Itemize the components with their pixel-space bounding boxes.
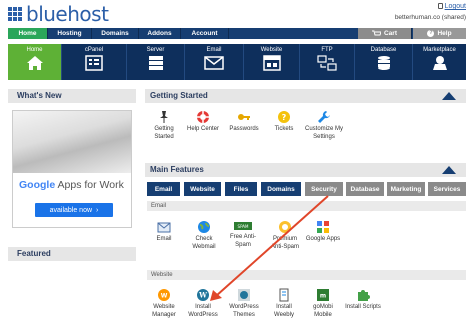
annotation-arrow bbox=[210, 195, 329, 301]
